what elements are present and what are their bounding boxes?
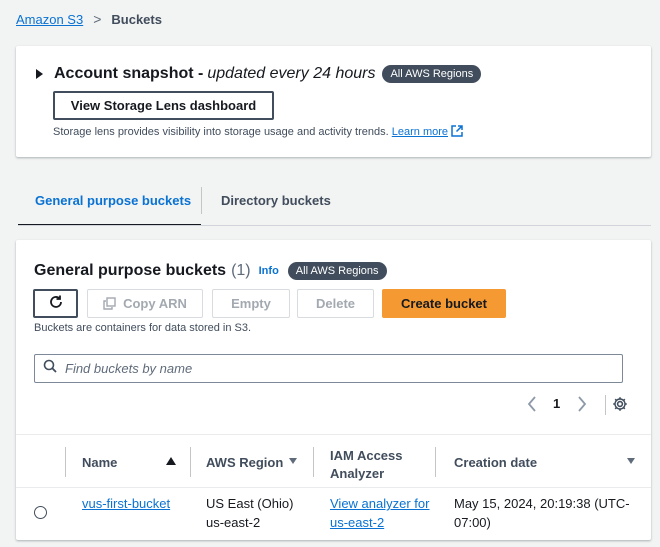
refresh-button[interactable]	[33, 289, 78, 318]
bucket-type-tabs: General purpose buckets Directory bucket…	[18, 186, 651, 226]
info-link[interactable]: Info	[259, 265, 279, 277]
storage-lens-description: Storage lens provides visibility into st…	[53, 125, 463, 140]
column-header-creation-date[interactable]: Creation date	[454, 455, 537, 470]
copy-arn-button[interactable]: Copy ARN	[87, 289, 203, 318]
breadcrumb-amazon-s3-link[interactable]: Amazon S3	[16, 12, 83, 27]
account-snapshot-header[interactable]: Account snapshot - updated every 24 hour…	[36, 65, 482, 83]
column-divider	[435, 447, 436, 477]
buckets-description: Buckets are containers for data stored i…	[34, 322, 252, 334]
external-link-icon[interactable]	[451, 125, 463, 140]
region-name: US East (Ohio)	[206, 496, 294, 511]
empty-button[interactable]: Empty	[212, 289, 290, 318]
account-snapshot-title: Account snapshot -	[54, 65, 204, 82]
view-analyzer-link[interactable]: View analyzer for us-east-2	[330, 496, 429, 530]
create-bucket-button[interactable]: Create bucket	[382, 289, 506, 318]
tabs-underline	[18, 225, 651, 226]
delete-button[interactable]: Delete	[297, 289, 374, 318]
pager-divider	[605, 395, 606, 415]
general-purpose-buckets-panel: General purpose buckets (1) Info All AWS…	[16, 240, 651, 540]
sort-caret-down-icon[interactable]	[289, 458, 297, 464]
gear-icon[interactable]	[612, 396, 628, 417]
copy-icon	[103, 297, 116, 310]
tab-general-purpose-buckets[interactable]: General purpose buckets	[18, 186, 201, 226]
creation-date-cell: May 15, 2024, 20:19:38 (UTC-07:00)	[454, 496, 630, 530]
table-header: Name AWS Region IAM Access Analyzer Crea…	[16, 434, 651, 488]
search-icon	[43, 359, 57, 378]
table-row: vus-first-bucket US East (Ohio) us-east-…	[16, 489, 651, 540]
iam-analyzer-cell: View analyzer for us-east-2	[330, 494, 430, 532]
bucket-name-cell: vus-first-bucket	[82, 494, 172, 513]
tab-directory-buckets[interactable]: Directory buckets	[221, 186, 331, 226]
next-page-icon[interactable]	[576, 395, 588, 418]
column-header-aws-region[interactable]: AWS Region	[206, 455, 283, 470]
breadcrumb-current: Buckets	[111, 11, 162, 27]
search-input[interactable]	[65, 361, 605, 376]
all-regions-badge: All AWS Regions	[382, 65, 482, 83]
bucket-count: (1)	[231, 262, 251, 279]
tab-divider	[201, 187, 202, 214]
view-storage-lens-button[interactable]: View Storage Lens dashboard	[53, 91, 274, 120]
learn-more-link[interactable]: Learn more	[392, 126, 448, 138]
breadcrumb: Amazon S3 > Buckets	[16, 11, 162, 27]
column-divider	[190, 447, 191, 477]
column-header-name[interactable]: Name	[82, 455, 117, 470]
sort-ascending-icon[interactable]	[166, 457, 176, 465]
previous-page-icon[interactable]	[526, 395, 538, 418]
storage-lens-description-text: Storage lens provides visibility into st…	[53, 126, 389, 138]
current-page-number[interactable]: 1	[553, 396, 560, 411]
column-divider	[65, 447, 66, 477]
account-snapshot-subtitle: updated every 24 hours	[207, 65, 376, 82]
breadcrumb-separator: >	[93, 11, 102, 27]
region-code: us-east-2	[206, 515, 261, 530]
search-bar[interactable]	[34, 354, 623, 383]
column-divider	[313, 447, 314, 477]
row-select-radio[interactable]	[34, 506, 47, 519]
account-snapshot-panel: Account snapshot - updated every 24 hour…	[16, 46, 651, 157]
bucket-region-cell: US East (Ohio) us-east-2	[206, 494, 316, 532]
column-header-iam-access-analyzer[interactable]: IAM Access Analyzer	[330, 447, 430, 483]
sort-caret-down-icon[interactable]	[627, 458, 635, 464]
all-regions-badge: All AWS Regions	[287, 262, 387, 280]
bucket-name-link[interactable]: vus-first-bucket	[82, 496, 170, 511]
expand-caret-icon[interactable]	[36, 69, 43, 79]
buckets-panel-title: General purpose buckets	[34, 262, 227, 279]
buckets-panel-header: General purpose buckets (1) Info All AWS…	[34, 262, 387, 280]
refresh-icon	[48, 294, 64, 313]
copy-arn-label: Copy ARN	[123, 296, 187, 311]
